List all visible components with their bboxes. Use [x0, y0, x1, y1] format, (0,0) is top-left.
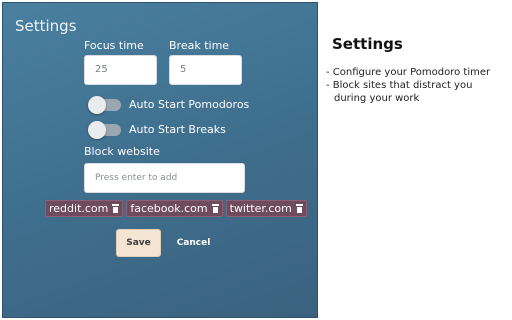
- cancel-button[interactable]: Cancel: [171, 229, 216, 257]
- blocked-site-label: twitter.com: [229, 202, 292, 215]
- block-website-input[interactable]: Press enter to add: [84, 163, 245, 193]
- auto-start-pomodoros-row[interactable]: Auto Start Pomodoros: [88, 95, 250, 114]
- toggle-knob: [88, 120, 106, 139]
- focus-time-input[interactable]: 25: [84, 55, 157, 85]
- description-list: - Configure your Pomodoro timer - Block …: [326, 66, 506, 105]
- auto-start-breaks-toggle[interactable]: [88, 120, 121, 139]
- auto-start-breaks-row[interactable]: Auto Start Breaks: [88, 120, 226, 139]
- auto-start-pomodoros-label: Auto Start Pomodoros: [129, 98, 250, 111]
- blocked-sites-list: reddit.com facebook.com twitter.com: [45, 200, 307, 217]
- blocked-site-label: facebook.com: [130, 202, 208, 215]
- trash-icon[interactable]: [211, 204, 219, 213]
- save-button[interactable]: Save: [116, 229, 161, 257]
- description-item: - Block sites that distract you during y…: [326, 80, 473, 104]
- description-title: Settings: [332, 35, 403, 53]
- settings-panel: Settings Focus time Break time 25 5 Auto…: [2, 2, 318, 318]
- panel-title: Settings: [15, 17, 77, 35]
- trash-icon[interactable]: [295, 204, 303, 213]
- trash-icon[interactable]: [112, 204, 120, 213]
- focus-time-label: Focus time: [84, 39, 144, 52]
- toggle-knob: [88, 95, 106, 114]
- description-item: - Configure your Pomodoro timer: [326, 67, 491, 78]
- auto-start-pomodoros-toggle[interactable]: [88, 95, 121, 114]
- block-website-label: Block website: [84, 145, 160, 158]
- blocked-site-chip: facebook.com: [126, 200, 223, 217]
- blocked-site-chip: twitter.com: [225, 200, 307, 217]
- break-time-input[interactable]: 5: [169, 55, 242, 85]
- break-time-label: Break time: [169, 39, 230, 52]
- blocked-site-label: reddit.com: [49, 202, 109, 215]
- auto-start-breaks-label: Auto Start Breaks: [129, 123, 226, 136]
- blocked-site-chip: reddit.com: [45, 200, 124, 217]
